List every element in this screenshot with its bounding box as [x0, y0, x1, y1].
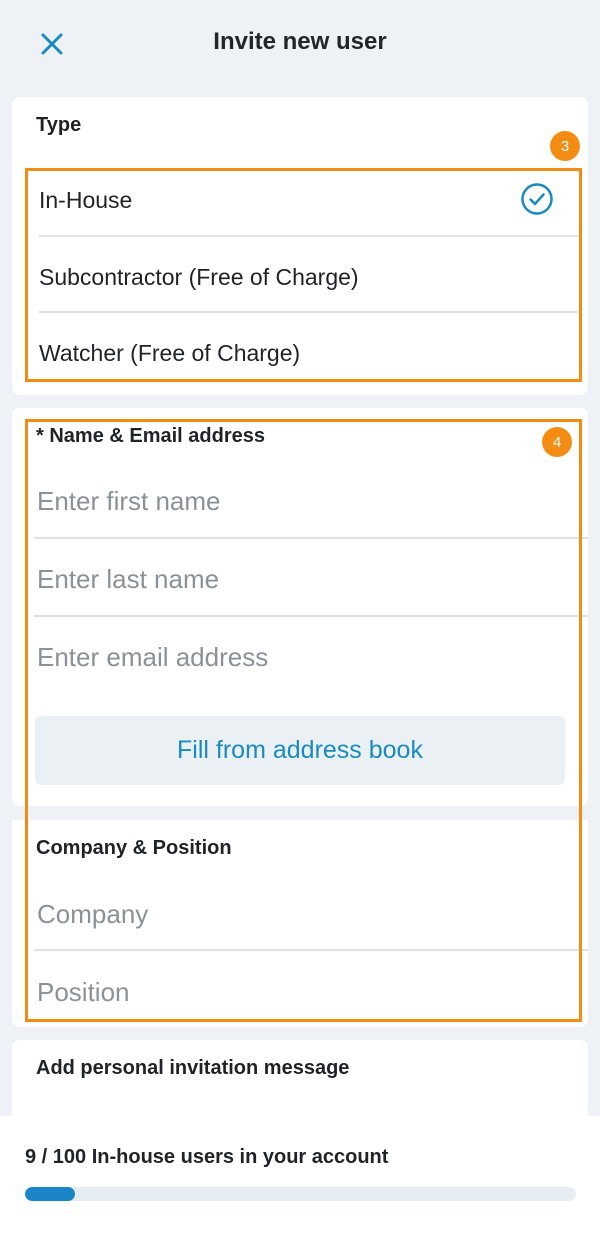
divider — [34, 537, 588, 539]
page-title: Invite new user — [213, 28, 387, 55]
usage-panel: 9 / 100 In-house users in your account — [0, 1116, 600, 1247]
divider — [34, 949, 588, 951]
usage-text: 9 / 100 In-house users in your account — [25, 1146, 389, 1168]
message-section-label: Add personal invitation message — [36, 1057, 350, 1079]
position-input[interactable] — [36, 962, 576, 1022]
type-option-label: In-House — [39, 186, 133, 213]
usage-progress-fill — [25, 1187, 75, 1201]
type-option-label: Watcher (Free of Charge) — [39, 339, 301, 366]
type-section-label: Type — [36, 114, 82, 136]
divider — [39, 235, 578, 237]
check-circle-icon — [521, 183, 553, 215]
name-section-label: * Name & Email address — [36, 425, 265, 447]
header: Invite new user — [0, 0, 600, 88]
invite-user-screen: Invite new user Type In-House Subcontrac… — [0, 0, 600, 1247]
first-name-input[interactable] — [36, 471, 576, 531]
email-input[interactable] — [36, 627, 576, 687]
usage-progress-bar — [25, 1187, 576, 1201]
annotation-badge-4: 4 — [542, 427, 572, 457]
fill-from-address-book-button[interactable]: Fill from address book — [35, 716, 565, 785]
type-option-in-house[interactable]: In-House — [26, 162, 578, 238]
type-option-label: Subcontractor (Free of Charge) — [39, 263, 359, 290]
name-email-card: * Name & Email address Fill from address… — [12, 408, 588, 806]
last-name-input[interactable] — [36, 549, 576, 609]
type-option-subcontractor[interactable]: Subcontractor (Free of Charge) — [26, 239, 578, 315]
company-section-label: Company & Position — [36, 837, 232, 859]
divider — [39, 311, 578, 313]
type-option-watcher[interactable]: Watcher (Free of Charge) — [26, 315, 578, 391]
company-position-card: Company & Position — [12, 820, 588, 1027]
company-input[interactable] — [36, 884, 576, 944]
divider — [34, 615, 588, 617]
annotation-badge-3: 3 — [550, 131, 580, 161]
type-card: Type In-House Subcontractor (Free of Cha… — [12, 97, 588, 395]
